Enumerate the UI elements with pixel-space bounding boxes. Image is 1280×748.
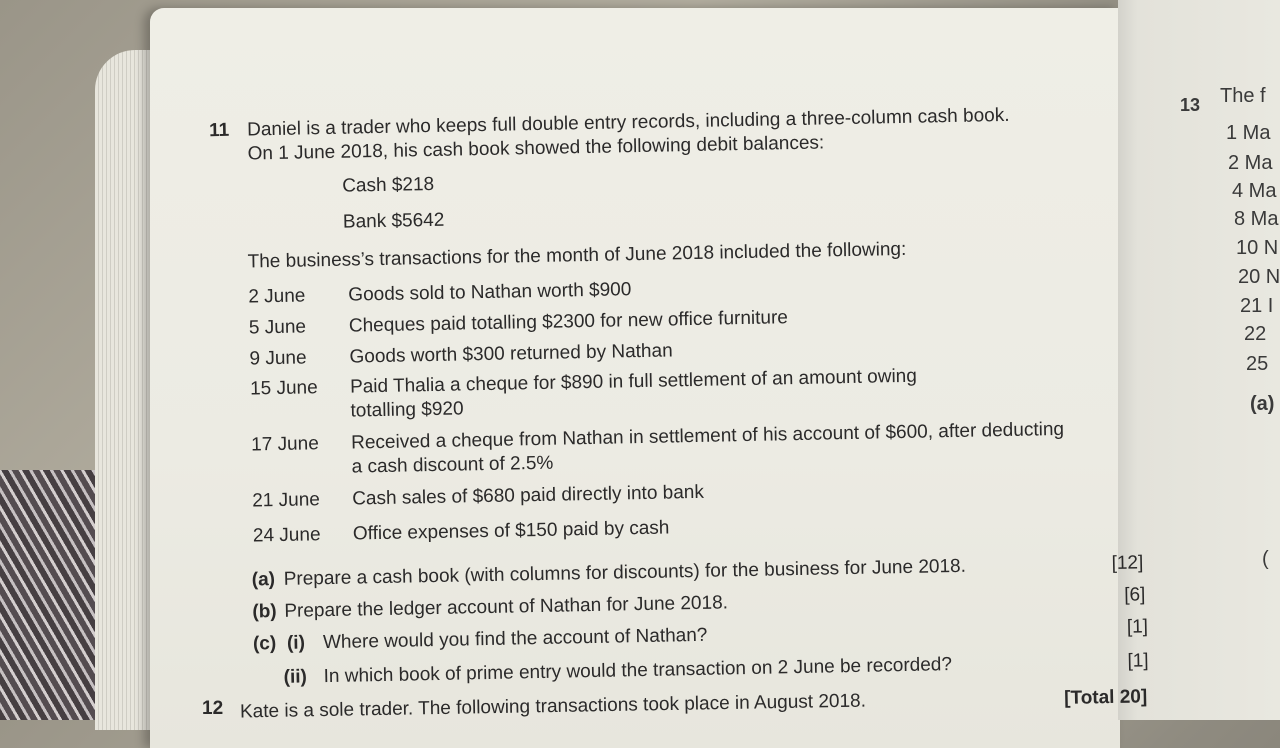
transaction-text: Cash sales of $680 paid directly into ba… [352, 481, 705, 510]
part-c-ii-label: (ii) [283, 666, 308, 688]
transaction-text: Goods sold to Nathan worth $900 [348, 279, 632, 306]
page-text: 11 Daniel is a trader who keeps full dou… [0, 0, 1280, 732]
transaction-text: Received a cheque from Nathan in settlem… [350, 418, 1065, 454]
transactions-intro: The business’s transactions for the mont… [247, 238, 907, 273]
transaction-date: 15 June [249, 377, 318, 400]
part-a-label: (a) [251, 569, 276, 591]
part-b-label: (b) [252, 601, 277, 623]
transaction-date: 21 June [252, 489, 321, 512]
transaction-date: 24 June [252, 524, 321, 547]
part-c-label: (c) [252, 633, 277, 655]
transaction-text: Office expenses of $150 paid by cash [352, 517, 670, 545]
transaction-text: Goods worth $300 returned by Nathan [349, 340, 673, 368]
right-date: 2 Ma [1228, 152, 1273, 174]
transaction-date: 5 June [248, 316, 307, 339]
part-c-ii-text: In which book of prime entry would the t… [323, 654, 953, 688]
right-part-a: (a) [1250, 393, 1275, 415]
question-12-number: 12 [202, 698, 224, 719]
right-date: 8 Ma [1234, 208, 1279, 230]
part-c-i-marks: [1] [1126, 616, 1149, 638]
part-c-ii-marks: [1] [1127, 650, 1149, 672]
right-date: 20 N [1238, 266, 1280, 288]
transaction-text: Paid Thalia a cheque for $890 in full se… [349, 365, 918, 398]
question-11-total: [Total 20] [1063, 686, 1148, 709]
right-part-paren: ( [1262, 548, 1269, 570]
part-b-text: Prepare the ledger account of Nathan for… [284, 592, 729, 622]
question-13-number: 13 [1180, 95, 1201, 115]
part-a-marks: [12] [1111, 552, 1144, 574]
balance-cash: Cash $218 [342, 173, 435, 197]
right-date: 25 [1246, 353, 1269, 375]
right-date: 10 N [1236, 237, 1279, 259]
part-b-marks: [6] [1124, 584, 1146, 606]
transaction-date: 2 June [248, 285, 306, 308]
transaction-date: 17 June [250, 433, 319, 456]
right-date: 4 Ma [1232, 180, 1277, 202]
right-date: 22 [1244, 323, 1267, 345]
question-13-header: The f [1220, 85, 1266, 107]
transaction-text-cont: totalling $920 [350, 398, 464, 422]
right-date: 21 I [1240, 295, 1274, 317]
transaction-date: 9 June [249, 347, 307, 370]
question-11-number: 11 [208, 119, 230, 142]
part-c-i-text: Where would you find the account of Nath… [322, 624, 708, 654]
part-c-i-label: (i) [286, 632, 306, 654]
part-a-text: Prepare a cash book (with columns for di… [283, 555, 967, 590]
right-date: 1 Ma [1226, 122, 1271, 144]
balance-bank: Bank $5642 [342, 209, 445, 233]
transaction-text-cont: a cash discount of 2.5% [351, 452, 554, 478]
transaction-text: Cheques paid totalling $2300 for new off… [348, 307, 789, 337]
